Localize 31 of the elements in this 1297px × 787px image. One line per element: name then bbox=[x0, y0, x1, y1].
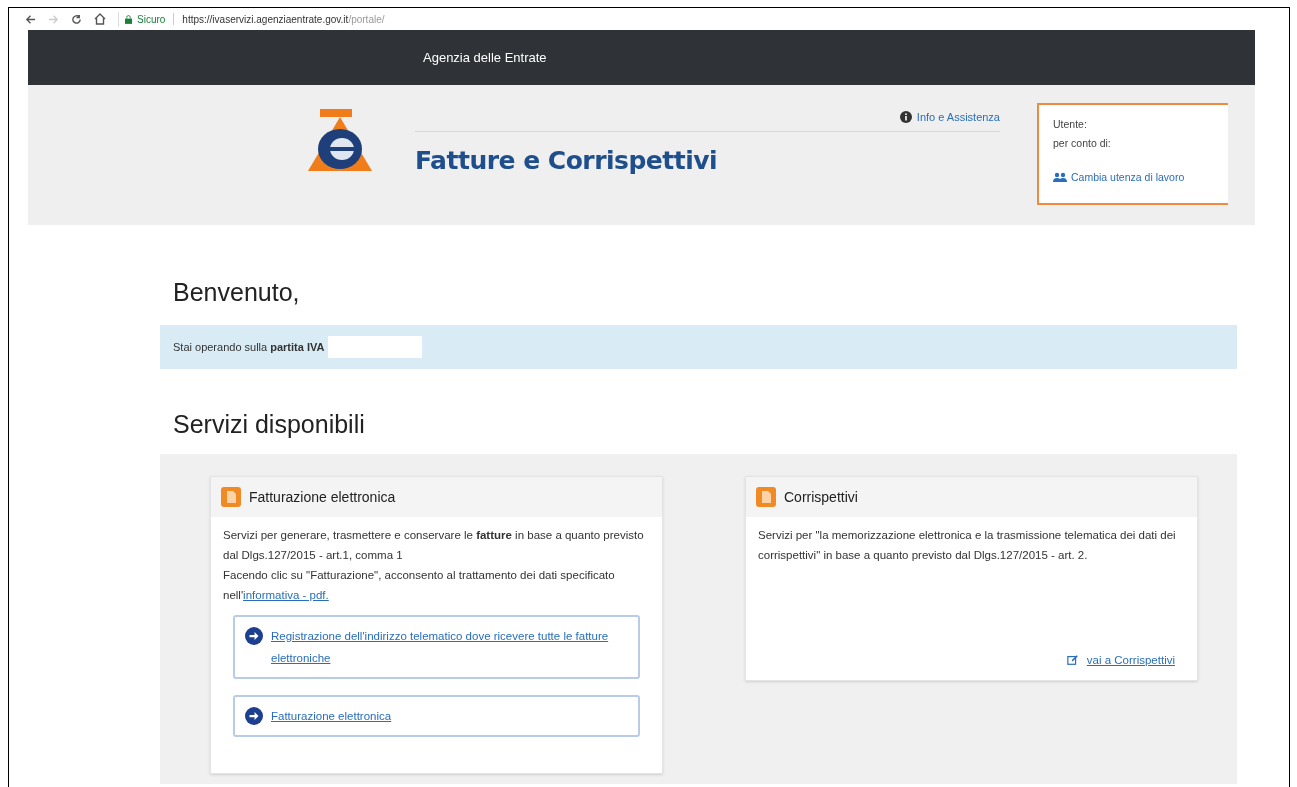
on-behalf-label: per conto di: bbox=[1053, 135, 1112, 151]
edit-icon bbox=[1066, 654, 1079, 666]
help-link[interactable]: Info e Assistenza bbox=[916, 108, 1000, 126]
users-icon bbox=[1053, 172, 1067, 183]
card-title: Corrispettivi bbox=[784, 487, 858, 507]
reload-icon[interactable] bbox=[71, 13, 82, 25]
vat-notice-text: Stai operando sulla partita IVA bbox=[173, 339, 325, 355]
url-text[interactable]: https://ivaservizi.agenziaentrate.gov.it/portale/ bbox=[182, 11, 385, 27]
services-heading: Servizi disponibili bbox=[173, 409, 366, 439]
service-link[interactable]: Registrazione dell'indirizzo telematico dove ricevere tutte le fatture elettroniche bbox=[233, 615, 640, 679]
document-icon bbox=[756, 487, 776, 507]
document-icon bbox=[221, 487, 241, 507]
corrispettivi-link[interactable]: vai a Corrispettivi bbox=[1086, 650, 1175, 670]
welcome-heading: Benvenuto, bbox=[173, 277, 301, 307]
card-description: Facendo clic su "Fatturazione", acconsento al trattamento dei dati specificato nell'informativa - pdf. bbox=[223, 568, 616, 603]
switch-user-link[interactable]: Cambia utenza di lavoro bbox=[1071, 169, 1185, 186]
home-icon[interactable] bbox=[94, 13, 106, 25]
secure-label: Sicuro bbox=[137, 12, 166, 27]
info-icon bbox=[899, 111, 912, 123]
card-title: Fatturazione elettronica bbox=[249, 487, 396, 507]
back-arrow-icon[interactable] bbox=[25, 13, 36, 25]
site-title: Fatture e Corrispettivi bbox=[415, 146, 718, 175]
service-link[interactable]: Fatturazione elettronica bbox=[233, 695, 640, 737]
arrow-right-circle-icon bbox=[245, 707, 263, 725]
pdf-link[interactable]: informativa - pdf. bbox=[243, 589, 329, 601]
user-label: Utente: bbox=[1053, 117, 1088, 132]
arrow-right-circle-icon bbox=[245, 627, 263, 645]
lock-icon bbox=[125, 14, 132, 24]
top-bar-title: Agenzia delle Entrate bbox=[423, 48, 547, 67]
card-description: Servizi per generare, trasmettere e conservare le fatture in base a quanto previsto dal Dlgs.127/2015 - art.1, comma 1 bbox=[223, 528, 645, 563]
card-description: Servizi per "la memorizzazione elettronica e la trasmissione telematica dei dati dei corrispettivi" in base a quanto previsto dal Dlgs.127/2015 - art. 2. bbox=[758, 528, 1177, 563]
